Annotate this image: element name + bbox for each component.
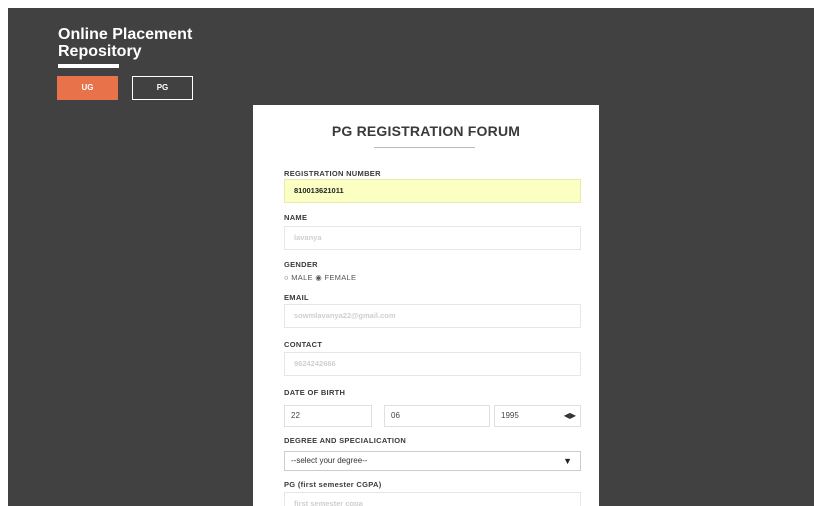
ug-button[interactable]: UG: [57, 76, 118, 100]
registration-number-input[interactable]: 810013621011: [284, 179, 581, 203]
title-divider: [374, 147, 475, 148]
dob-year-input[interactable]: 1995 ◀▶: [494, 405, 581, 427]
dob-year-value: 1995: [501, 411, 519, 420]
email-label: EMAIL: [284, 293, 309, 302]
pg-button[interactable]: PG: [132, 76, 193, 100]
male-radio[interactable]: ○: [284, 273, 289, 282]
brand-title: Online Placement Repository: [58, 26, 192, 60]
male-label: MALE: [291, 273, 313, 282]
female-radio[interactable]: ◉: [315, 273, 322, 282]
registration-number-label: REGISTRATION NUMBER: [284, 169, 381, 178]
email-input[interactable]: sowmlavanya22@gmail.com: [284, 304, 581, 328]
gender-label: GENDER: [284, 260, 318, 269]
gender-radio-group: ○ MALE ◉ FEMALE: [284, 273, 356, 282]
contact-label: CONTACT: [284, 340, 323, 349]
brand-underline: [58, 64, 119, 68]
degree-label: DEGREE AND SPECIALICATION: [284, 436, 407, 445]
contact-input[interactable]: 9624242666: [284, 352, 581, 376]
dob-day-input[interactable]: 22: [284, 405, 372, 427]
form-title: PG REGISTRATION FORUM: [331, 123, 521, 139]
spinner-icon[interactable]: ◀▶: [564, 410, 576, 422]
app-window: Online Placement Repository UG PG PG REG…: [8, 8, 814, 506]
name-label: NAME: [284, 213, 308, 222]
registration-form: PG REGISTRATION FORUM REGISTRATION NUMBE…: [253, 105, 599, 506]
degree-select-value: --select your degree--: [291, 456, 368, 465]
brand-line-1: Online Placement: [58, 26, 193, 43]
name-input[interactable]: lavanya: [284, 226, 581, 250]
dob-label: DATE OF BIRTH: [284, 388, 346, 397]
brand-line-2: Repository: [58, 43, 142, 60]
cgpa-input[interactable]: first semester cgpa: [284, 492, 581, 506]
female-label: FEMALE: [324, 273, 357, 282]
dropdown-arrow-icon: ▼: [563, 456, 572, 466]
cgpa-label: PG (first semester CGPA): [284, 480, 382, 489]
dob-month-input[interactable]: 06: [384, 405, 490, 427]
degree-select[interactable]: --select your degree-- ▼: [284, 451, 581, 471]
